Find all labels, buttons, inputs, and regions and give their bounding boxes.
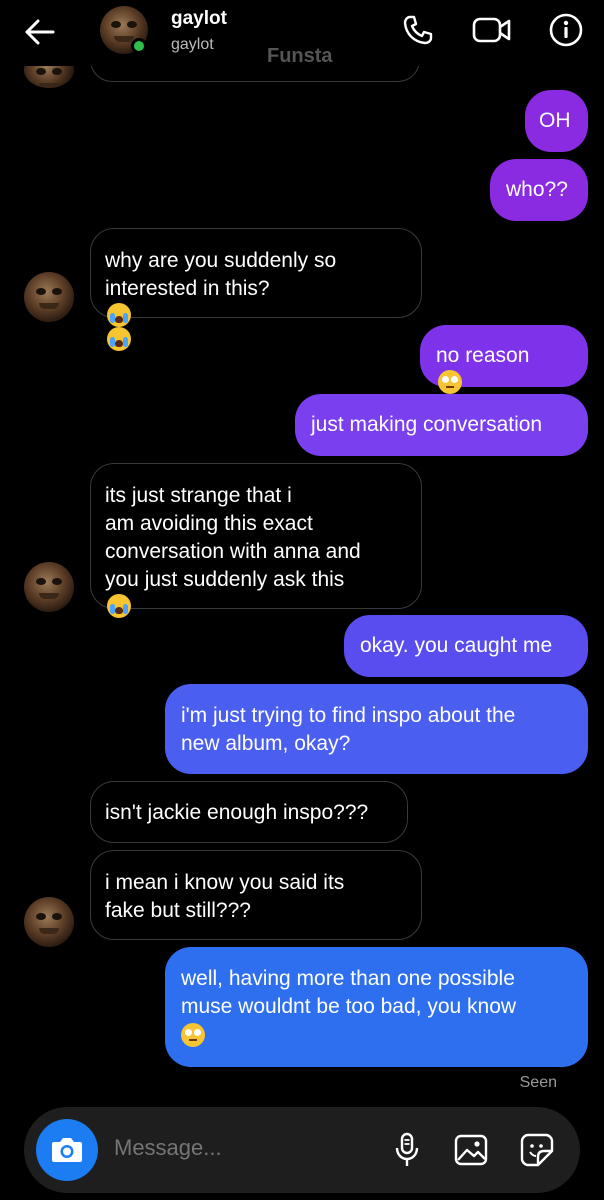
microphone-icon [395,1132,419,1166]
video-call-button[interactable] [472,10,512,50]
incoming-message[interactable]: i mean i know you said its fake but stil… [90,850,422,940]
seen-receipt: Seen [519,1074,557,1091]
outgoing-message[interactable]: i'm just trying to find inspo about the … [165,684,588,774]
phone-icon [403,15,433,45]
info-button[interactable] [546,10,586,50]
message-line: its just strange that i [105,484,292,507]
overlay-label: Funsta [267,45,333,67]
voice-message-button[interactable] [388,1131,426,1169]
gallery-button[interactable] [452,1131,490,1169]
outgoing-message[interactable]: okay. you caught me [344,615,588,677]
outgoing-message[interactable]: who?? [490,159,588,221]
back-arrow-icon [25,19,55,45]
back-button[interactable] [20,14,60,50]
gallery-icon [454,1134,488,1166]
message-text: who?? [506,178,568,201]
message-line: am avoiding this exact [105,512,313,535]
video-icon [472,17,511,43]
message-line: i mean i know you said its [105,871,345,894]
face-with-rolling-eyes-icon [438,370,462,394]
message-line: well, having more than one possible [181,967,515,990]
message-text: just making conversation [311,413,543,436]
message-line: interested in this? [105,277,270,300]
message-composer [24,1107,580,1193]
info-icon [549,13,583,47]
message-input[interactable] [114,1135,374,1161]
contact-name[interactable]: gaylot [171,8,227,30]
camera-button[interactable] [36,1119,98,1181]
message-text: isn't jackie enough inspo??? [105,801,369,824]
sticker-icon [520,1133,554,1167]
outgoing-message[interactable]: well, having more than one possible muse… [165,947,588,1067]
sticker-button[interactable] [518,1131,556,1169]
sender-avatar [24,897,74,947]
message-text: no reason [436,344,530,367]
loudly-crying-face-icon [107,327,131,351]
message-line: fake but still??? [105,899,251,922]
contact-handle: gaylot [171,36,214,53]
camera-icon [52,1138,82,1162]
message-line: conversation with anna and [105,540,361,563]
incoming-message[interactable]: why are you suddenly so interested in th… [90,228,422,351]
sender-avatar [24,562,74,612]
message-thread[interactable]: OH who?? why are you suddenly so interes… [0,52,604,1100]
incoming-message[interactable]: its just strange that i am avoiding this… [90,463,422,618]
message-line: i'm just trying to find inspo about the [181,704,516,727]
incoming-message[interactable]: isn't jackie enough inspo??? [90,781,408,843]
online-status-dot [131,38,147,54]
outgoing-message[interactable]: just making conversation [295,394,588,456]
outgoing-message[interactable]: OH [525,90,588,152]
outgoing-message[interactable]: no reason [420,325,588,394]
message-text: okay. you caught me [360,634,553,657]
sender-avatar [24,272,74,322]
message-text: OH [539,109,571,132]
loudly-crying-face-icon [107,303,131,327]
message-line: new album, okay? [181,732,351,755]
message-line: muse wouldnt be too bad, you know [181,995,517,1018]
face-with-rolling-eyes-icon [181,1023,205,1047]
call-button[interactable] [398,10,438,50]
loudly-crying-face-icon [107,594,131,618]
message-line: you just suddenly ask this [105,568,345,591]
message-line: why are you suddenly so [105,249,337,272]
